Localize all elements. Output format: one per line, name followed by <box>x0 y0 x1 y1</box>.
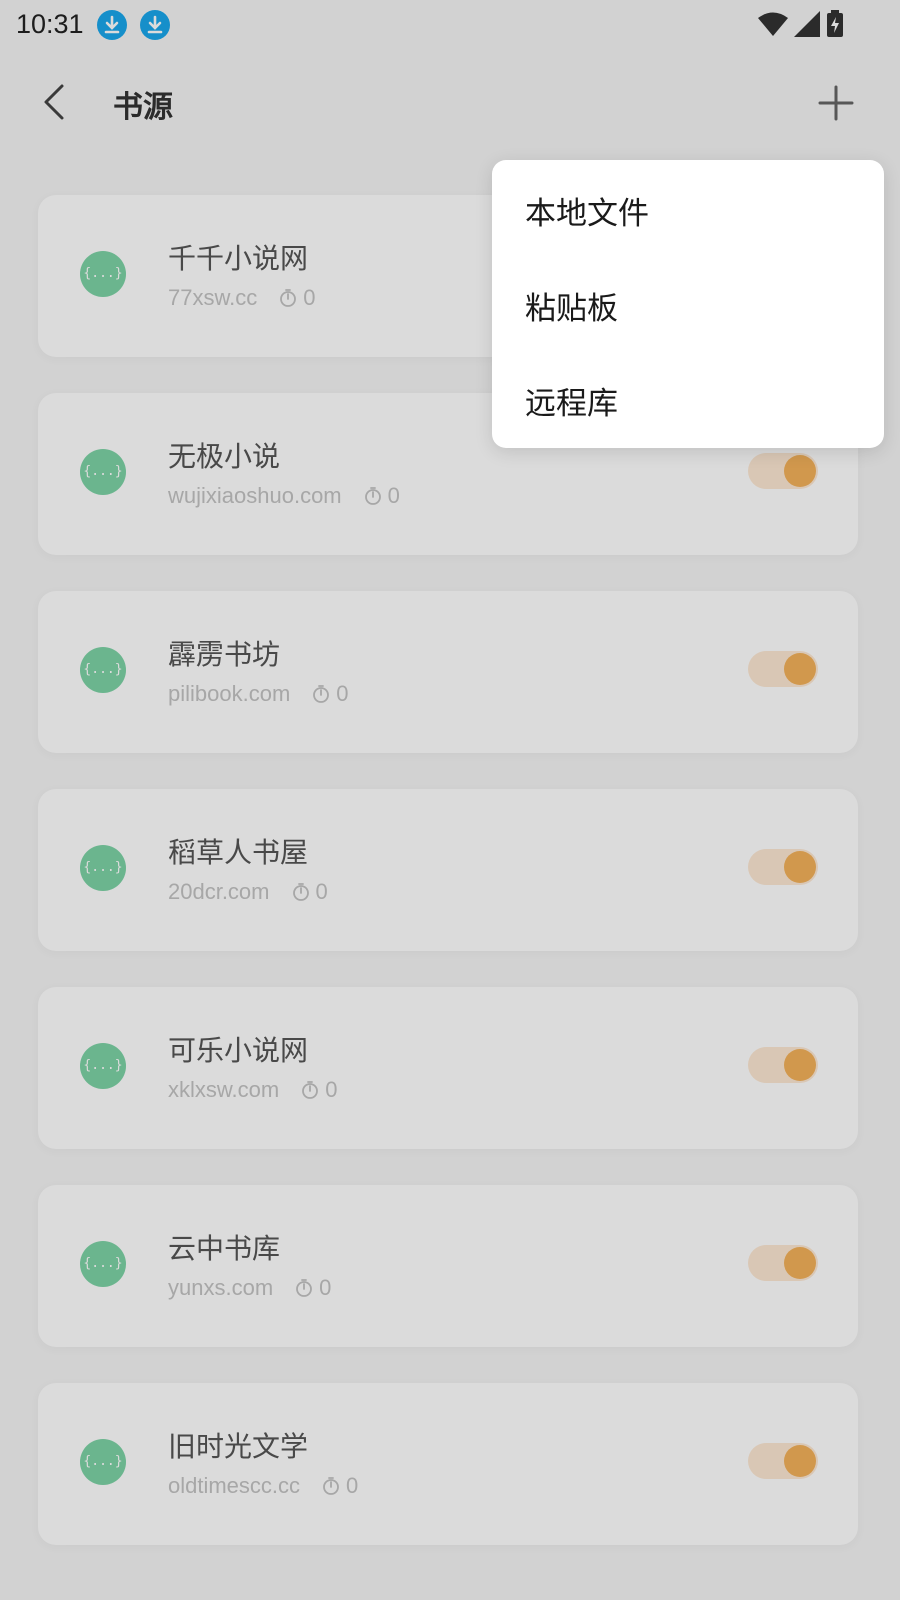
menu-item-remote-repo[interactable]: 远程库 <box>525 378 618 423</box>
menu-item-clipboard[interactable]: 粘贴板 <box>525 283 618 328</box>
import-popup-menu: 本地文件 粘贴板 远程库 <box>492 160 884 448</box>
menu-item-local-file[interactable]: 本地文件 <box>525 188 649 233</box>
